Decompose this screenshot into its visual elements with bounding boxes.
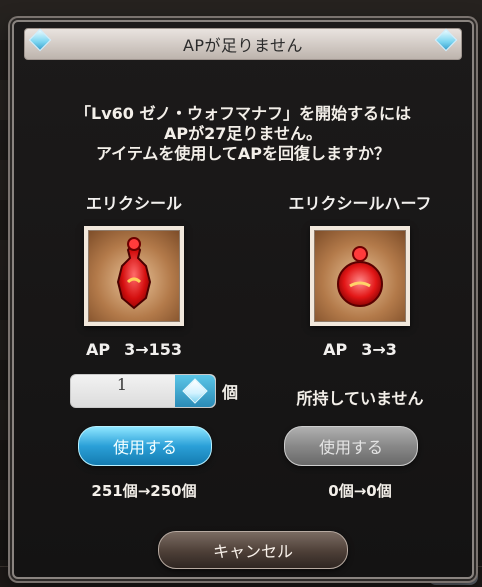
ap-label: AP [85, 340, 111, 359]
quantity-unit: 個 [222, 383, 239, 402]
cancel-button[interactable]: キャンセル [158, 531, 348, 569]
elixir-count-change: 251個→250個 [91, 482, 197, 500]
diamond-dropdown-icon[interactable] [175, 375, 215, 407]
item-elixir: エリクシール AP 3→153 [34, 190, 234, 359]
ap-change: 3→153 [124, 340, 183, 359]
item-name: エリクシール [85, 194, 182, 213]
quantity-selector: 1 個 [70, 374, 238, 408]
use-button-label: 使用する [112, 438, 177, 457]
elixir-half-count-change: 0個→0個 [328, 482, 392, 500]
ap-change: 3→3 [361, 340, 397, 359]
quantity-value: 1 [116, 375, 128, 394]
dialog-title: APが足りません [182, 36, 304, 55]
red-orb-bottle-icon [310, 226, 410, 326]
dialog-title-bar: APが足りません [24, 28, 462, 60]
item-name: エリクシールハーフ [288, 194, 432, 213]
red-potion-bottle-icon [84, 226, 184, 326]
use-elixir-button[interactable]: 使用する [78, 426, 212, 466]
message-line: APが27足りません。 [164, 124, 322, 143]
ap-label: AP [323, 340, 348, 359]
use-button-label: 使用する [318, 438, 383, 457]
use-elixir-half-button[interactable]: 使用する [284, 426, 418, 466]
ap-shortage-dialog: APが足りません 「Lv60 ゼノ・ウォフマナフ」を開始するには APが27足り… [12, 20, 474, 579]
dialog-message: 「Lv60 ゼノ・ウォフマナフ」を開始するには APが27足りません。 アイテム… [14, 104, 472, 164]
item-elixir-half: エリクシールハーフ AP 3→3 [260, 190, 460, 359]
ap-change-row: AP 3→3 [260, 340, 460, 359]
ap-change-row: AP 3→153 [34, 340, 234, 359]
cancel-label: キャンセル [212, 542, 293, 561]
message-line: アイテムを使用してAPを回復しますか？ [95, 144, 391, 163]
quantity-dropdown[interactable]: 1 [70, 374, 216, 408]
message-line: 「Lv60 ゼノ・ウォフマナフ」を開始するには [75, 104, 411, 123]
diamond-icon [182, 378, 208, 404]
not-owned-status: 所持していません [296, 389, 424, 408]
